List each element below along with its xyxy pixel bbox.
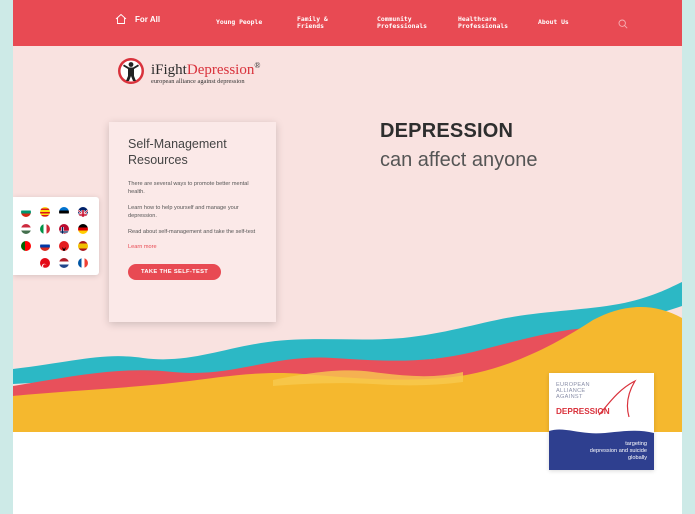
flag-bulgaria-icon[interactable] bbox=[21, 207, 31, 217]
logo-text: iFightDepression® european alliance agai… bbox=[151, 58, 260, 85]
badge-tag-line1: targeting bbox=[625, 441, 647, 447]
flag-hungary-icon[interactable] bbox=[21, 224, 31, 234]
top-navigation: For All Young People Family & Friends Co… bbox=[13, 0, 682, 46]
flag-netherlands-icon[interactable] bbox=[59, 258, 69, 268]
badge-depression-word: DEPRESSION bbox=[556, 407, 610, 416]
language-selector bbox=[13, 197, 99, 275]
flag-albania-icon[interactable] bbox=[59, 241, 69, 251]
nav-label-line2: Professionals bbox=[377, 22, 428, 30]
card-paragraph-2: Learn how to help yourself and manage yo… bbox=[128, 205, 239, 219]
logo-tagline: european alliance against depression bbox=[151, 77, 245, 85]
site-logo[interactable]: iFightDepression® european alliance agai… bbox=[117, 57, 260, 85]
eaad-badge[interactable]: EUROPEAN ALLIANCE AGAINST DEPRESSION tar… bbox=[549, 373, 654, 470]
flag-spain-icon[interactable] bbox=[78, 241, 88, 251]
nav-label-line2: Professionals bbox=[458, 22, 509, 30]
badge-tag-line2: depression and suicide bbox=[589, 447, 647, 454]
flag-catalonia-icon[interactable] bbox=[40, 207, 50, 217]
flag-france-icon[interactable] bbox=[78, 258, 88, 268]
home-icon bbox=[115, 13, 127, 24]
card-paragraph-3: Read about self-management and take the … bbox=[128, 229, 256, 235]
hero-headline: DEPRESSION can affect anyone bbox=[380, 120, 538, 172]
flag-uk-icon[interactable] bbox=[78, 207, 88, 217]
nav-label: About Us bbox=[538, 18, 569, 27]
badge-tag-line3: globally bbox=[628, 454, 647, 461]
headline-title: DEPRESSION bbox=[380, 120, 514, 142]
page: For All Young People Family & Friends Co… bbox=[13, 0, 682, 514]
nav-label-line2: Friends bbox=[297, 22, 324, 30]
nav-item-for-all[interactable]: For All bbox=[115, 13, 160, 25]
flag-turkey-icon[interactable] bbox=[40, 258, 50, 268]
ifightdepression-logo-icon bbox=[118, 58, 144, 84]
nav-item-family-friends[interactable]: Family & Friends bbox=[297, 0, 328, 46]
take-self-test-button[interactable]: TAKE THE SELF-TEST bbox=[128, 264, 222, 280]
search-button[interactable] bbox=[618, 16, 628, 34]
search-icon bbox=[618, 19, 628, 29]
logo-wordmark: iFightDepression® bbox=[151, 58, 260, 78]
card-title: Self-Management Resources bbox=[128, 137, 227, 167]
nav-item-healthcare-professionals[interactable]: Healthcare Professionals bbox=[458, 0, 508, 46]
flag-portugal-icon[interactable] bbox=[21, 241, 31, 251]
flag-italy-icon[interactable] bbox=[40, 224, 50, 234]
badge-tagline: targeting depression and suicide globall… bbox=[590, 441, 647, 461]
learn-more-link[interactable]: Learn more bbox=[128, 244, 257, 250]
self-management-card: Self-Management Resources There are seve… bbox=[109, 122, 276, 322]
logo-depression: Depression bbox=[186, 61, 255, 78]
nav-label: Young People bbox=[216, 18, 263, 27]
nav-item-community-professionals[interactable]: Community Professionals bbox=[377, 0, 427, 46]
flag-russia-icon[interactable] bbox=[40, 241, 50, 251]
logo-registered: ® bbox=[254, 60, 261, 70]
card-paragraph-1: There are several ways to promote better… bbox=[128, 181, 249, 195]
nav-item-young-people[interactable]: Young People bbox=[216, 0, 262, 46]
flag-estonia-icon[interactable] bbox=[59, 207, 69, 217]
nav-label-for-all: For All bbox=[135, 14, 161, 24]
flag-germany-icon[interactable] bbox=[78, 224, 88, 234]
flag-norway-icon[interactable] bbox=[59, 224, 69, 234]
nav-item-about-us[interactable]: About Us bbox=[538, 0, 569, 46]
logo-fight: Fight bbox=[155, 61, 187, 78]
headline-subtitle: can affect anyone bbox=[380, 149, 538, 171]
